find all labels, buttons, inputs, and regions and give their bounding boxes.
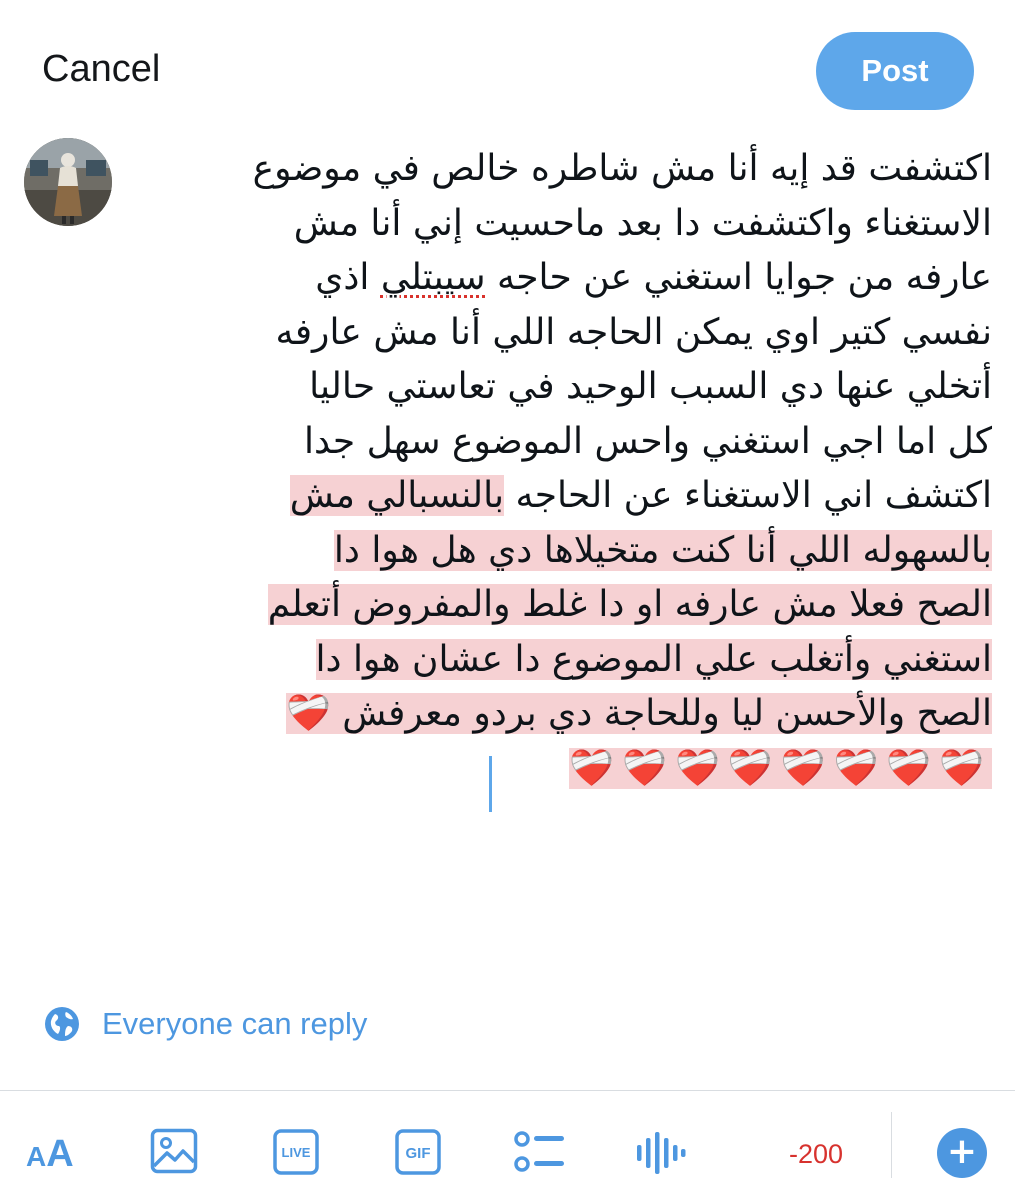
compose-line: ❤️‍🩹❤️‍🩹❤️‍🩹❤️‍🩹❤️‍🩹❤️‍🩹❤️‍🩹❤️‍🩹 [130,742,992,797]
mending-heart-emoji: ❤️‍🩹 [285,693,331,734]
compose-line: اكتشف اني الاستغناء عن الحاجه بالنسبالي … [130,469,992,524]
selected-text: استغني وأتغلب علي الموضوع دا عشان هوا دا [315,638,992,680]
compose-text: عارفه من جوايا استغني عن حاجه [485,257,992,298]
compose-line: نفسي كتير اوي يمكن الحاجه اللي أنا مش عا… [275,311,992,353]
selected-text: الصح فعلا مش عارفه او دا غلط والمفروض أت… [267,584,992,625]
tweet-compose-text[interactable]: اكتشفت قد إيه أنا مش شاطره خالص في موضوع… [130,142,992,796]
live-icon[interactable]: LIVE [273,1129,319,1175]
text-cursor [489,756,492,812]
compose-line: أتخلي عنها دي السبب الوحيد في تعاستي حال… [309,366,992,407]
compose-line: الصح والأحسن ليا وللحاجة دي بردو معرفش ❤… [130,687,992,742]
mending-heart-emojis: ❤️‍🩹❤️‍🩹❤️‍🩹❤️‍🩹❤️‍🩹❤️‍🩹❤️‍🩹❤️‍🩹 [569,747,992,789]
compose-line: بالسهوله اللي أنا كنت متخيلاها دي هل هوا… [130,524,992,579]
reply-setting-label: Everyone can reply [102,1006,368,1041]
live-label: LIVE [282,1145,311,1160]
compose-line: الصح فعلا مش عارفه او دا غلط والمفروض أت… [130,578,992,633]
cancel-button[interactable]: Cancel [42,48,160,91]
character-count: -200 [789,1139,844,1169]
compose-line: الاستغناء واكتشفت دا بعد ماحسيت إني أنا … [293,202,992,244]
gif-icon[interactable]: GIF [395,1129,441,1175]
toolbar-separator [891,1112,892,1178]
avatar[interactable] [24,138,112,226]
compose-line: اكتشفت قد إيه أنا مش شاطره خالص في موضوع [252,148,992,189]
misspelled-word[interactable]: سيبتلي [381,257,486,298]
poll-icon[interactable] [514,1130,566,1174]
compose-text: اكتشف اني الاستغناء عن الحاجه [504,475,993,516]
compose-line: عارفه من جوايا استغني عن حاجه سيبتلي اذي [130,251,992,306]
compose-line: كل اما اجي استغني واحس الموضوع سهل جدا [303,420,992,462]
selected-text: بالنسبالي مش [289,475,505,516]
reply-setting[interactable]: Everyone can reply [44,1006,367,1042]
add-thread-icon[interactable]: + [937,1128,987,1178]
avatar-photo-icon [24,138,112,226]
live-frame-icon: LIVE [273,1129,319,1175]
image-icon[interactable] [150,1128,198,1174]
text-size-big: A [46,1133,74,1175]
compose-header: Cancel Post [0,0,1015,120]
selected-text: بالسهوله اللي أنا كنت متخيلاها دي هل هوا… [333,529,992,571]
selected-text: الصح والأحسن ليا وللحاجة دي بردو معرفش [330,693,992,734]
globe-icon [45,1007,79,1041]
compose-text: اذي [315,257,381,298]
compose-line: استغني وأتغلب علي الموضوع دا عشان هوا دا [130,633,992,688]
voice-icon[interactable] [636,1130,686,1176]
text-size-icon[interactable]: AA [26,1133,74,1176]
post-button[interactable]: Post [816,32,974,110]
gif-label: GIF [406,1145,431,1162]
text-size-small: A [26,1141,47,1172]
gif-frame-icon: GIF [395,1129,441,1175]
